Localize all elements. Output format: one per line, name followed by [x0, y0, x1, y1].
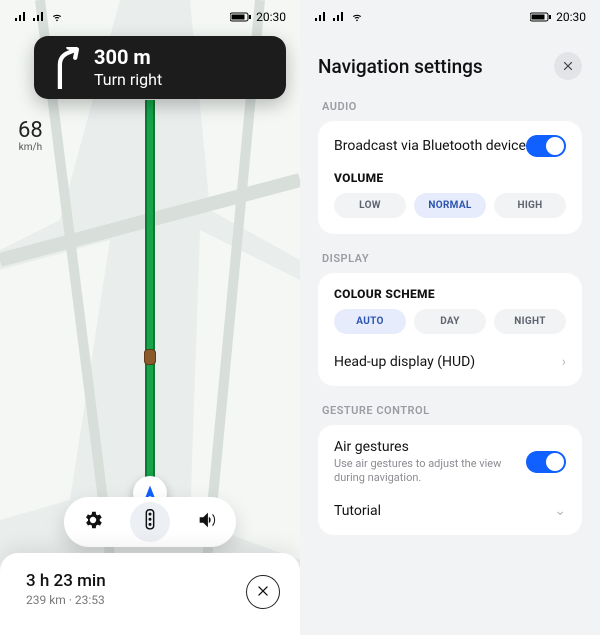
- signal-icon: [14, 12, 28, 22]
- status-bar: 20:30: [0, 6, 300, 28]
- close-icon: [256, 583, 270, 602]
- settings-button[interactable]: [73, 502, 113, 542]
- volume-low[interactable]: LOW: [334, 193, 406, 218]
- battery-icon: [230, 12, 252, 22]
- chevron-down-icon: ⌄: [554, 503, 566, 519]
- traffic-light-icon: [141, 509, 159, 535]
- section-audio-label: AUDIO: [322, 100, 578, 113]
- signal-icon-2: [32, 12, 46, 22]
- traffic-button[interactable]: [130, 502, 170, 542]
- signal-icon: [314, 12, 328, 22]
- wifi-icon: [350, 12, 364, 22]
- battery-icon: [530, 12, 552, 22]
- gesture-card: Air gestures Use air gestures to adjust …: [318, 425, 582, 535]
- signal-icon-2: [332, 12, 346, 22]
- sound-button[interactable]: [187, 502, 227, 542]
- hud-row[interactable]: Head-up display (HUD) ›: [334, 346, 566, 370]
- speed-unit: km/h: [18, 142, 43, 153]
- stop-navigation-button[interactable]: [246, 575, 280, 609]
- status-time: 20:30: [256, 10, 286, 24]
- air-gestures-toggle[interactable]: [526, 451, 566, 473]
- display-card: COLOUR SCHEME AUTO DAY NIGHT Head-up dis…: [318, 273, 582, 386]
- scheme-day[interactable]: DAY: [414, 309, 486, 334]
- status-bar: 20:30: [300, 6, 600, 28]
- scheme-segmented: AUTO DAY NIGHT: [334, 309, 566, 334]
- settings-title: Navigation settings: [318, 55, 483, 78]
- turn-instruction-card[interactable]: 300 m Turn right: [34, 36, 286, 99]
- speed-value: 68: [18, 120, 43, 142]
- scheme-title: COLOUR SCHEME: [334, 287, 566, 301]
- route-line: [145, 100, 155, 480]
- tutorial-row[interactable]: Tutorial ⌄: [334, 497, 566, 519]
- status-time: 20:30: [556, 10, 586, 24]
- speaker-icon: [196, 509, 218, 535]
- chevron-right-icon: ›: [562, 354, 566, 370]
- volume-segmented: LOW NORMAL HIGH: [334, 193, 566, 218]
- bluetooth-broadcast-label: Broadcast via Bluetooth device: [334, 138, 526, 154]
- speed-indicator: 68 km/h: [18, 120, 43, 153]
- settings-sheet: Navigation settings AUDIO Broadcast via …: [300, 30, 600, 635]
- eta-bar[interactable]: 3 h 23 min 239 km · 23:53: [0, 553, 300, 635]
- eta-details: 239 km · 23:53: [26, 593, 106, 607]
- air-gestures-label: Air gestures: [334, 439, 524, 455]
- settings-screen: 20:30 Navigation settings AUDIO Broadcas…: [300, 0, 600, 635]
- bluetooth-toggle[interactable]: [526, 135, 566, 157]
- tutorial-label: Tutorial: [334, 503, 381, 519]
- close-settings-button[interactable]: [554, 52, 582, 80]
- gear-icon: [82, 509, 104, 535]
- quick-actions-bar: [64, 497, 236, 547]
- eta-duration: 3 h 23 min: [26, 571, 106, 591]
- scheme-night[interactable]: NIGHT: [494, 309, 566, 334]
- turn-right-arrow-icon: [48, 47, 82, 89]
- hud-label: Head-up display (HUD): [334, 354, 475, 370]
- volume-title: VOLUME: [334, 171, 566, 185]
- navigation-screen: 20:30 300 m Turn right 68 km/h 3 h 23 mi…: [0, 0, 300, 635]
- volume-high[interactable]: HIGH: [494, 193, 566, 218]
- section-display-label: DISPLAY: [322, 252, 578, 265]
- vehicle-marker: [145, 350, 155, 364]
- wifi-icon: [50, 12, 64, 22]
- close-icon: [562, 57, 574, 76]
- audio-card: Broadcast via Bluetooth device VOLUME LO…: [318, 121, 582, 234]
- air-gestures-sub: Use air gestures to adjust the view duri…: [334, 457, 524, 485]
- volume-normal[interactable]: NORMAL: [414, 193, 486, 218]
- turn-instruction: Turn right: [94, 70, 162, 89]
- section-gesture-label: GESTURE CONTROL: [322, 404, 578, 417]
- turn-distance: 300 m: [94, 46, 162, 68]
- scheme-auto[interactable]: AUTO: [334, 309, 406, 334]
